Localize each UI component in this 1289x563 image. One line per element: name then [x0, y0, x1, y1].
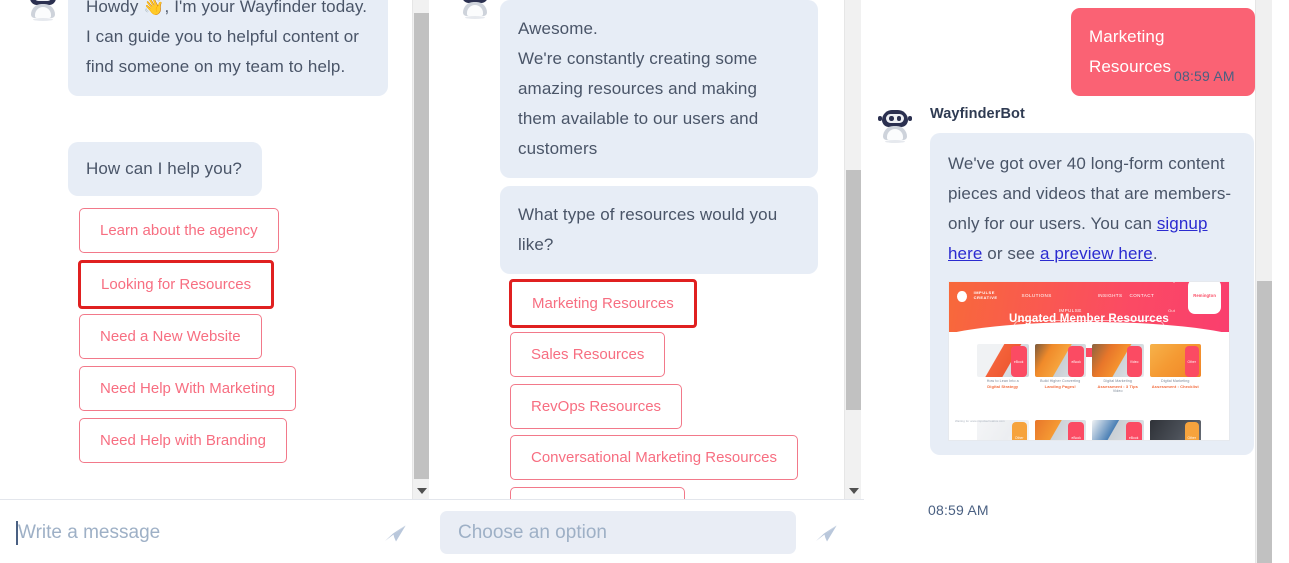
bot-avatar: [26, 0, 60, 22]
mid-composer: Choose an option: [440, 511, 864, 554]
preview-card-caption-main: Digital Strategy: [987, 384, 1019, 389]
mid-message-thread[interactable]: Awesome. We're constantly creating some …: [432, 0, 844, 499]
resource-site-preview-image[interactable]: IMPULSE CREATIVE SOLUTIONS WHY IMPULSE I…: [948, 281, 1230, 441]
bot-text-part-2: or see: [982, 244, 1040, 263]
preview-card-tag: eBook: [1010, 346, 1027, 377]
preview-page-title: Ungated Member Resources: [1008, 313, 1170, 325]
user-message-timestamp: 08:59 AM: [1174, 68, 1235, 84]
preview-card-caption-sub: Video: [1112, 389, 1123, 393]
mid-scrollbar-thumb[interactable]: [846, 170, 861, 410]
preview-site-nav: IMPULSE CREATIVE SOLUTIONS WHY IMPULSE I…: [957, 282, 1221, 314]
chatbot-triptych-screenshot: Howdy 👋, I'm your Wayfinder today. I can…: [0, 0, 1289, 563]
composer-bar: Write a message Choose an option: [0, 499, 864, 563]
right-scrollbar-thumb[interactable]: [1257, 281, 1272, 563]
bot-message-greeting: Howdy 👋, I'm your Wayfinder today. I can…: [68, 0, 388, 96]
preview-card-caption-top: How to Lean Into a: [986, 379, 1019, 383]
quick-reply-marketing-resources[interactable]: Marketing Resources: [509, 279, 697, 328]
bot-message-resources: We've got over 40 long-form content piec…: [930, 133, 1254, 455]
preview-card-caption-top: Digital Marketing: [1103, 379, 1132, 383]
scroll-down-arrow-icon[interactable]: [414, 482, 429, 499]
quick-reply-need-help-with-branding[interactable]: Need Help with Branding: [79, 418, 287, 463]
preview-card-caption-top: Digital Marketing: [1161, 379, 1190, 383]
preview-resource-card: eBook Build Higher Converting Landing Pa…: [1034, 344, 1087, 394]
send-paper-plane-icon[interactable]: [382, 521, 408, 545]
bot-message-timestamp: 08:59 AM: [928, 502, 989, 518]
preview-here-link[interactable]: a preview here: [1040, 244, 1153, 263]
quick-reply-conversational-marketing-resources[interactable]: Conversational Marketing Resources: [510, 435, 798, 480]
preview-card-tag: eBook: [1068, 346, 1084, 377]
choose-an-option-input[interactable]: Choose an option: [440, 511, 796, 554]
right-message-thread[interactable]: Marketing Resources 08:59 AM WayfinderBo…: [864, 0, 1255, 563]
right-panel-scrollbar[interactable]: [1255, 0, 1272, 563]
impulse-logo-icon: [957, 290, 967, 302]
quick-reply-looking-for-resources[interactable]: Looking for Resources: [78, 260, 275, 309]
left-panel-scrollbar[interactable]: [412, 0, 429, 499]
mid-panel-scrollbar[interactable]: [844, 0, 861, 499]
preview-card-caption: How to Lean Into a Digital Strategy: [977, 379, 1029, 389]
bot-sender-name: WayfinderBot: [930, 106, 1025, 122]
bot-message-resource-question: What type of resources would you like?: [500, 186, 818, 274]
preview-resource-card: eBook How to Lean Into a Digital Strateg…: [977, 344, 1029, 394]
preview-resource-card: Video Digital Marketing Assessment : 3 T…: [1092, 344, 1144, 394]
bot-avatar: [878, 110, 912, 144]
bot-message-awesome: Awesome. We're constantly creating some …: [500, 0, 818, 178]
preview-card-caption: Build Higher Converting Landing Pages!: [1035, 379, 1087, 389]
preview-resource-grid: eBook How to Lean Into a Digital Strateg…: [977, 344, 1201, 394]
quick-reply-need-a-new-website[interactable]: Need a New Website: [79, 314, 262, 359]
bot-message-prompt: How can I help you?: [68, 142, 262, 196]
preview-card-caption-main: Assessment : Checklist: [1151, 384, 1199, 389]
preview-card-caption-main: Landing Pages!: [1044, 384, 1076, 389]
bot-avatar: [458, 0, 492, 20]
right-conversation-panel: Marketing Resources 08:59 AM WayfinderBo…: [864, 0, 1289, 563]
preview-resource-card: Other Digital Marketing Assessment : Che…: [1149, 344, 1202, 394]
preview-card-tag: Other: [1184, 346, 1199, 377]
quick-reply-need-help-with-marketing[interactable]: Need Help With Marketing: [79, 366, 297, 411]
scroll-down-arrow-icon[interactable]: [846, 482, 861, 499]
left-scrollbar-thumb[interactable]: [414, 13, 429, 479]
quick-reply-partial-below-fold[interactable]: [510, 487, 685, 499]
bot-text-part-3: .: [1152, 244, 1158, 263]
quick-reply-revops-resources[interactable]: RevOps Resources: [510, 384, 683, 429]
preview-brand: IMPULSE CREATIVE: [973, 290, 998, 300]
mid-conversation-panel: Awesome. We're constantly creating some …: [432, 0, 862, 499]
preview-status-note: Waiting for www.impulsecreative.com: [955, 419, 1005, 423]
preview-hero-banner: IMPULSE CREATIVE SOLUTIONS WHY IMPULSE I…: [949, 282, 1229, 360]
preview-card-tag: Video: [1126, 346, 1142, 377]
quick-reply-sales-resources[interactable]: Sales Resources: [510, 332, 666, 377]
send-paper-plane-icon[interactable]: [813, 521, 839, 545]
left-message-thread[interactable]: Howdy 👋, I'm your Wayfinder today. I can…: [0, 0, 412, 499]
preview-card-caption: Digital Marketing Assessment : 3 Tips Vi…: [1092, 379, 1144, 394]
quick-reply-learn-about-the-agency[interactable]: Learn about the agency: [79, 208, 279, 253]
left-composer: Write a message: [0, 511, 430, 554]
preview-card-caption: Digital Marketing Assessment : Checklist: [1150, 379, 1202, 389]
left-conversation-panel: Howdy 👋, I'm your Wayfinder today. I can…: [0, 0, 430, 499]
preview-resource-grid-row2: Other eBook eBook Other: [977, 420, 1201, 440]
write-a-message-input[interactable]: Write a message: [0, 511, 370, 554]
preview-card-caption-top: Build Higher Converting: [1040, 379, 1081, 383]
